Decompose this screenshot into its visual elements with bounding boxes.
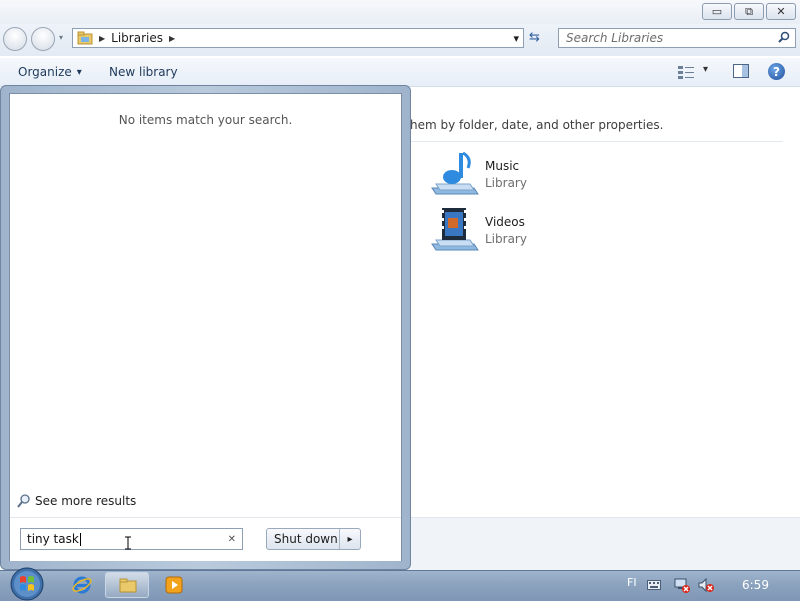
start-search-value: tiny task	[27, 532, 79, 546]
organize-label: Organize	[18, 65, 72, 79]
explorer-taskbar-button[interactable]	[105, 572, 149, 598]
minimize-button[interactable]: ▭	[702, 3, 732, 20]
shut-down-button[interactable]: Shut down ▸	[266, 528, 361, 550]
shut-down-label: Shut down	[274, 532, 338, 546]
videos-library-title[interactable]: Videos	[485, 215, 525, 229]
volume-muted-icon[interactable]	[698, 577, 714, 596]
search-libraries-input[interactable]: Search Libraries	[558, 28, 796, 48]
music-library-title[interactable]: Music	[485, 159, 519, 173]
start-orb-icon[interactable]	[8, 567, 46, 601]
breadcrumb-child-arrow-icon[interactable]: ▶	[169, 34, 175, 43]
forward-button[interactable]	[31, 27, 55, 51]
folder-icon	[119, 577, 137, 596]
search-icon	[16, 493, 32, 509]
music-library-subtitle: Library	[485, 176, 527, 190]
refresh-icon[interactable]: ⇆	[529, 30, 549, 46]
search-icon[interactable]	[778, 31, 790, 46]
network-status-icon[interactable]	[674, 577, 690, 596]
language-indicator[interactable]: FI	[627, 576, 637, 589]
restore-icon: ⧉	[745, 4, 753, 18]
start-menu-results-panel	[9, 93, 402, 561]
view-options-caret-icon[interactable]: ▾	[703, 64, 708, 75]
address-dropdown-icon[interactable]: ▾	[513, 32, 519, 45]
breadcrumb-arrow-icon[interactable]: ▶	[99, 34, 105, 43]
title-bar	[0, 0, 800, 24]
keyboard-icon[interactable]	[647, 579, 661, 593]
see-more-results-label: See more results	[35, 494, 137, 508]
shut-down-options-arrow-icon[interactable]: ▸	[339, 529, 360, 549]
new-library-label: New library	[109, 65, 178, 79]
text-cursor-icon	[124, 536, 132, 550]
libraries-folder-icon	[77, 31, 93, 45]
help-icon[interactable]: ?	[768, 63, 785, 80]
organize-menu[interactable]: Organize ▾	[18, 63, 82, 81]
text-caret	[79, 532, 81, 546]
internet-explorer-taskbar-icon[interactable]	[68, 571, 96, 599]
videos-library-icon[interactable]	[430, 206, 480, 257]
details-pane	[405, 518, 800, 570]
breadcrumb-libraries[interactable]: Libraries	[111, 31, 163, 45]
change-view-icon[interactable]	[678, 65, 694, 82]
maximize-button[interactable]: ⧉	[734, 3, 764, 20]
organize-caret-icon: ▾	[76, 66, 82, 78]
recent-pages-dropdown[interactable]: ▾	[59, 33, 63, 42]
media-player-taskbar-icon[interactable]	[160, 571, 188, 599]
close-window-button[interactable]: ✕	[766, 3, 796, 20]
clock[interactable]: 6:59	[742, 578, 769, 592]
preview-pane-icon[interactable]	[733, 64, 749, 81]
music-library-icon[interactable]	[430, 150, 480, 201]
minimize-icon: ▭	[711, 5, 723, 18]
search-placeholder: Search Libraries	[566, 31, 664, 45]
new-library-button[interactable]: New library	[109, 63, 178, 81]
back-button[interactable]	[3, 27, 27, 51]
clear-search-icon[interactable]: ✕	[228, 534, 236, 545]
content-divider	[405, 141, 783, 142]
videos-library-subtitle: Library	[485, 232, 527, 246]
no-results-message: No items match your search.	[118, 113, 293, 127]
close-icon: ✕	[776, 5, 786, 18]
libraries-description: hem by folder, date, and other propertie…	[410, 118, 664, 132]
address-bar[interactable]: ▶ Libraries ▶ ▾	[72, 28, 524, 48]
see-more-results-link[interactable]: See more results	[16, 493, 136, 509]
